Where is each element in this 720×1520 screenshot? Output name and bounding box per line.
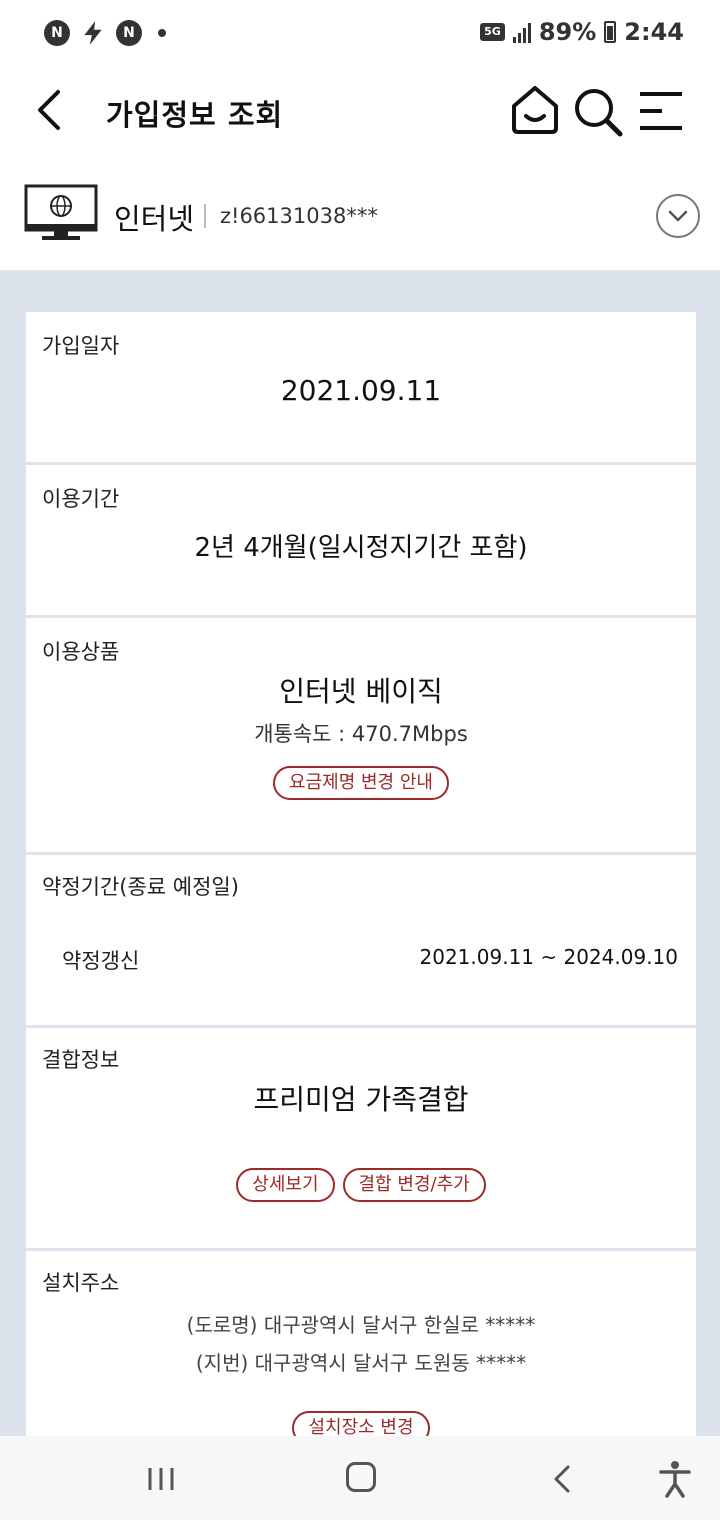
home-button[interactable] xyxy=(510,84,560,136)
service-id: z!66131038*** xyxy=(220,204,378,228)
dot-icon xyxy=(158,29,166,37)
recent-apps-icon[interactable] xyxy=(146,1466,176,1492)
join-date-value: 2021.09.11 xyxy=(280,374,442,407)
bundle-card: 결합정보 프리미엄 가족결합 상세보기 결합 변경/추가 xyxy=(26,1028,696,1248)
back-nav-icon[interactable] xyxy=(550,1464,574,1494)
usage-period-value: 2년 4개월(일시정지기간 포함) xyxy=(194,533,528,563)
card-label: 결합정보 xyxy=(42,1048,120,1072)
app-header: 가입정보 조회 xyxy=(0,70,720,160)
battery-icon xyxy=(604,21,617,43)
clock: 2:44 xyxy=(624,18,684,46)
contract-type: 약정갱신 xyxy=(62,949,140,973)
bundle-change-button[interactable]: 결합 변경/추가 xyxy=(342,1168,486,1202)
expand-button[interactable] xyxy=(656,194,700,238)
bundle-actions: 상세보기 결합 변경/추가 xyxy=(26,1168,696,1202)
search-button[interactable] xyxy=(572,86,624,138)
service-name: 인터넷 xyxy=(114,202,195,236)
address-card: 설치주소 (도로명) 대구광역시 달서구 한실로 ***** (지번) 대구광역… xyxy=(26,1251,696,1436)
bundle-detail-button[interactable]: 상세보기 xyxy=(236,1168,335,1202)
notification-icons: N N xyxy=(44,20,166,46)
battery-percent: 89% xyxy=(538,18,597,46)
install-location-change-button[interactable]: 설치장소 변경 xyxy=(292,1411,430,1436)
plan-name-change-button[interactable]: 요금제명 변경 안내 xyxy=(273,766,449,800)
card-label: 이용상품 xyxy=(42,640,120,664)
contract-range: 2021.09.11 ~ 2024.09.10 xyxy=(419,945,679,969)
card-label: 가입일자 xyxy=(42,334,120,358)
product-actions: 요금제명 변경 안내 xyxy=(26,766,696,800)
menu-button[interactable] xyxy=(636,90,686,132)
n-icon: N xyxy=(44,20,70,46)
signal-icon xyxy=(512,21,531,43)
address-actions: 설치장소 변경 xyxy=(26,1411,696,1436)
n-icon: N xyxy=(116,20,142,46)
join-date-card: 가입일자 2021.09.11 xyxy=(26,312,696,462)
product-speed: 개통속도 : 470.7Mbps xyxy=(254,722,468,746)
lot-address: (지번) 대구광역시 달서구 도원동 ***** xyxy=(195,1351,527,1375)
bundle-name: 프리미엄 가족결합 xyxy=(253,1083,469,1116)
contract-card: 약정기간(종료 예정일) 약정갱신 2021.09.11 ~ 2024.09.1… xyxy=(26,855,696,1025)
service-selector[interactable]: 인터넷 z!66131038*** xyxy=(0,160,720,270)
page-title: 가입정보 조회 xyxy=(106,98,284,132)
product-name: 인터넷 베이직 xyxy=(279,675,443,708)
chevron-down-icon xyxy=(668,210,688,222)
system-icons: 5G 89% 2:44 xyxy=(480,18,684,46)
monitor-icon xyxy=(24,184,98,240)
status-bar: N N 5G 89% 2:44 xyxy=(0,0,720,70)
product-card: 이용상품 인터넷 베이직 개통속도 : 470.7Mbps 요금제명 변경 안내 xyxy=(26,618,696,852)
home-nav-icon[interactable] xyxy=(346,1462,376,1492)
network-badge: 5G xyxy=(480,23,505,41)
card-label: 설치주소 xyxy=(42,1271,120,1295)
system-navigation-bar xyxy=(0,1436,720,1520)
road-address: (도로명) 대구광역시 달서구 한실로 ***** xyxy=(186,1313,536,1337)
accessibility-icon[interactable] xyxy=(658,1460,692,1498)
card-label: 이용기간 xyxy=(42,487,120,511)
card-label: 약정기간(종료 예정일) xyxy=(42,875,239,899)
subscription-info: 가입일자 2021.09.11 이용기간 2년 4개월(일시정지기간 포함) 이… xyxy=(0,270,720,1436)
divider xyxy=(204,204,206,228)
back-button[interactable] xyxy=(30,88,70,132)
usage-period-card: 이용기간 2년 4개월(일시정지기간 포함) xyxy=(26,465,696,615)
bolt-icon xyxy=(84,21,102,45)
